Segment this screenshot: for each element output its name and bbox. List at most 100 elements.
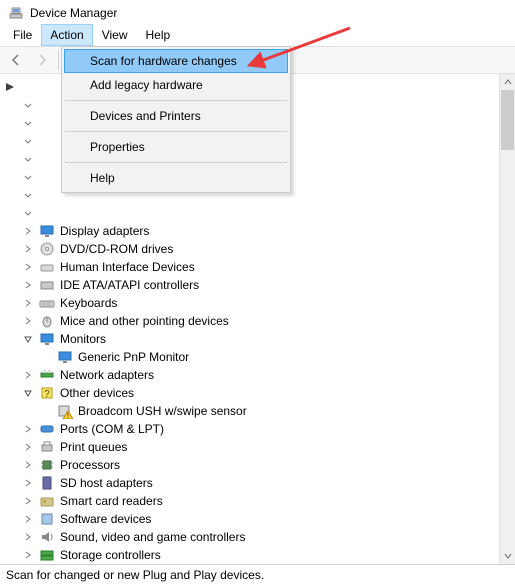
drive-icon xyxy=(39,277,55,293)
tree-item-broadcom[interactable]: ! Broadcom USH w/swipe sensor xyxy=(2,402,513,420)
scroll-thumb[interactable] xyxy=(501,90,514,150)
tree-item[interactable] xyxy=(2,204,513,222)
tree-item-label: Storage controllers xyxy=(58,548,163,562)
collapse-arrow-icon[interactable] xyxy=(20,137,36,145)
disc-icon xyxy=(39,241,55,257)
collapse-arrow-icon[interactable] xyxy=(20,227,36,235)
collapse-arrow-icon[interactable] xyxy=(20,497,36,505)
tree-item-monitors[interactable]: Monitors xyxy=(2,330,513,348)
unknown-icon: ? xyxy=(39,385,55,401)
cpu-icon xyxy=(39,457,55,473)
menu-separator xyxy=(65,100,287,101)
statusbar: Scan for changed or new Plug and Play de… xyxy=(0,564,515,584)
menu-file[interactable]: File xyxy=(4,24,41,46)
tree-item-network[interactable]: Network adapters xyxy=(2,366,513,384)
collapse-arrow-icon[interactable] xyxy=(20,317,36,325)
tree-item-sdhost[interactable]: SD host adapters xyxy=(2,474,513,492)
port-icon xyxy=(39,421,55,437)
scroll-up-icon[interactable] xyxy=(500,74,515,90)
tree-item-dvd[interactable]: DVD/CD-ROM drives xyxy=(2,240,513,258)
tree-item-label: Generic PnP Monitor xyxy=(76,350,191,364)
sd-icon xyxy=(39,475,55,491)
collapse-arrow-icon[interactable] xyxy=(20,263,36,271)
monitor-icon xyxy=(39,331,55,347)
collapse-arrow-icon[interactable] xyxy=(20,119,36,127)
tree-item-software[interactable]: Software devices xyxy=(2,510,513,528)
mouse-icon xyxy=(39,313,55,329)
speaker-icon xyxy=(39,529,55,545)
tree-item-label: DVD/CD-ROM drives xyxy=(58,242,175,256)
collapse-arrow-icon[interactable] xyxy=(20,479,36,487)
menu-separator xyxy=(65,162,287,163)
monitor-icon xyxy=(39,223,55,239)
collapse-arrow-icon[interactable] xyxy=(20,245,36,253)
menu-separator xyxy=(65,131,287,132)
menu-help[interactable]: Help xyxy=(64,166,288,190)
tree-item-label: SD host adapters xyxy=(58,476,155,490)
tree-item-hid[interactable]: Human Interface Devices xyxy=(2,258,513,276)
collapse-arrow-icon[interactable] xyxy=(20,209,36,217)
collapse-arrow-icon[interactable] xyxy=(20,551,36,559)
storage-icon xyxy=(39,547,55,563)
collapse-arrow-icon[interactable] xyxy=(20,281,36,289)
tree-item-display[interactable]: Display adapters xyxy=(2,222,513,240)
menu-add-legacy[interactable]: Add legacy hardware xyxy=(64,73,288,97)
tree-item-printq[interactable]: Print queues xyxy=(2,438,513,456)
menu-scan-hardware[interactable]: Scan for hardware changes xyxy=(64,49,288,73)
menu-devices-printers[interactable]: Devices and Printers xyxy=(64,104,288,128)
toolbar-back-button[interactable] xyxy=(4,49,28,71)
tree-item-storage[interactable]: Storage controllers xyxy=(2,546,513,564)
menu-view[interactable]: View xyxy=(93,24,137,46)
network-icon xyxy=(39,367,55,383)
app-icon xyxy=(8,5,24,21)
collapse-arrow-icon[interactable] xyxy=(20,299,36,307)
printer-icon xyxy=(39,439,55,455)
monitor-icon xyxy=(57,349,73,365)
tree-item-genpnp[interactable]: Generic PnP Monitor xyxy=(2,348,513,366)
tree-item-label: Software devices xyxy=(58,512,153,526)
expand-arrow-icon[interactable] xyxy=(20,389,36,397)
collapse-arrow-icon[interactable] xyxy=(20,533,36,541)
collapse-arrow-icon[interactable] xyxy=(20,461,36,469)
tree-item-other[interactable]: ? Other devices xyxy=(2,384,513,402)
menu-properties[interactable]: Properties xyxy=(64,135,288,159)
tree-item-label: Display adapters xyxy=(58,224,151,238)
tree-item-sound[interactable]: Sound, video and game controllers xyxy=(2,528,513,546)
tree-item-label: IDE ATA/ATAPI controllers xyxy=(58,278,201,292)
collapse-arrow-icon[interactable] xyxy=(20,101,36,109)
tree-item-label: Monitors xyxy=(58,332,108,346)
collapse-arrow-icon[interactable] xyxy=(20,371,36,379)
tree-item-label: Other devices xyxy=(58,386,136,400)
smartcard-icon xyxy=(39,493,55,509)
collapse-arrow-icon[interactable] xyxy=(20,515,36,523)
titlebar: Device Manager xyxy=(0,0,515,24)
collapse-arrow-icon[interactable] xyxy=(20,443,36,451)
menu-action[interactable]: Action xyxy=(41,24,92,46)
tree-item-processors[interactable]: Processors xyxy=(2,456,513,474)
vertical-scrollbar[interactable] xyxy=(499,74,515,564)
tree-item-ports[interactable]: Ports (COM & LPT) xyxy=(2,420,513,438)
window-title: Device Manager xyxy=(30,6,117,20)
expand-arrow-icon[interactable] xyxy=(20,335,36,343)
scroll-down-icon[interactable] xyxy=(500,548,515,564)
tree-item-mice[interactable]: Mice and other pointing devices xyxy=(2,312,513,330)
tree-item-label: Processors xyxy=(58,458,122,472)
expand-arrow-icon[interactable] xyxy=(2,82,18,92)
collapse-arrow-icon[interactable] xyxy=(20,173,36,181)
menu-help[interactable]: Help xyxy=(137,24,180,46)
toolbar-sep xyxy=(58,51,59,69)
tree-item-smartcard[interactable]: Smart card readers xyxy=(2,492,513,510)
tree-item-ide[interactable]: IDE ATA/ATAPI controllers xyxy=(2,276,513,294)
toolbar-fwd-button[interactable] xyxy=(30,49,54,71)
svg-text:!: ! xyxy=(67,413,69,419)
collapse-arrow-icon[interactable] xyxy=(20,191,36,199)
tree-item-keyboards[interactable]: Keyboards xyxy=(2,294,513,312)
tree-item-label: Smart card readers xyxy=(58,494,165,508)
collapse-arrow-icon[interactable] xyxy=(20,425,36,433)
tree-item-label: Print queues xyxy=(58,440,129,454)
tree-item-label: Keyboards xyxy=(58,296,119,310)
tree-item-label: Ports (COM & LPT) xyxy=(58,422,166,436)
warning-icon: ! xyxy=(57,403,73,419)
collapse-arrow-icon[interactable] xyxy=(20,155,36,163)
tree-item-label: Mice and other pointing devices xyxy=(58,314,231,328)
